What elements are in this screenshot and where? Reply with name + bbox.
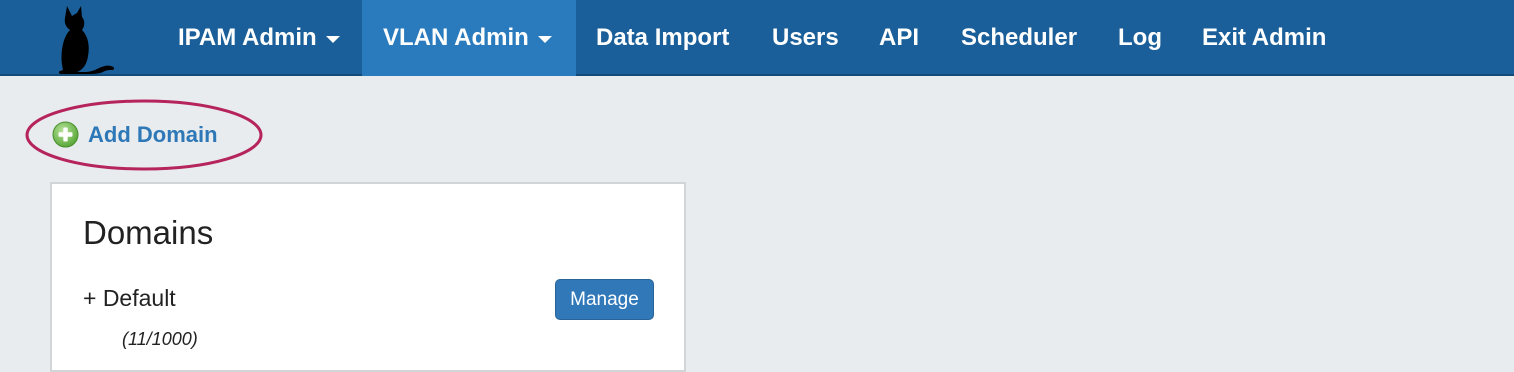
nav-users[interactable]: Users	[772, 0, 839, 76]
nav-data-import[interactable]: Data Import	[596, 0, 729, 76]
nav-vlan-admin-label: VLAN Admin	[383, 24, 529, 51]
cat-logo-icon[interactable]	[55, 4, 135, 74]
nav-scheduler[interactable]: Scheduler	[961, 0, 1077, 76]
nav-api[interactable]: API	[879, 0, 919, 76]
nav-log[interactable]: Log	[1118, 0, 1162, 76]
chevron-down-icon	[537, 36, 552, 43]
nav-exit-admin[interactable]: Exit Admin	[1202, 0, 1326, 76]
add-circle-icon	[52, 121, 79, 148]
top-navbar: IPAM Admin VLAN Admin Data Import Users …	[0, 0, 1514, 76]
domain-count: (11/1000)	[122, 329, 198, 349]
nav-ipam-admin-label: IPAM Admin	[178, 24, 317, 51]
chevron-down-icon	[325, 36, 340, 43]
nav-vlan-admin[interactable]: VLAN Admin	[362, 0, 576, 76]
domain-item-default[interactable]: + Default	[83, 285, 176, 312]
domains-panel: Domains + Default Manage (11/1000)	[50, 182, 686, 372]
panel-title: Domains	[83, 214, 214, 251]
nav-ipam-admin[interactable]: IPAM Admin	[162, 0, 362, 76]
add-domain-button[interactable]: Add Domain	[52, 121, 218, 148]
add-domain-label: Add Domain	[88, 121, 218, 147]
manage-button[interactable]: Manage	[555, 279, 654, 320]
